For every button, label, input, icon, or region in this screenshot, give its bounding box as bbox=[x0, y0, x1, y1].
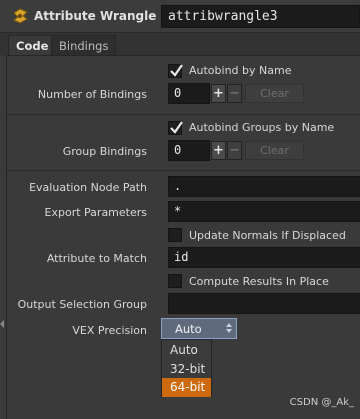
dropdown-arrow-icon bbox=[226, 323, 232, 333]
export-params-label: Export Parameters bbox=[44, 206, 147, 219]
num-bindings-label: Number of Bindings bbox=[37, 88, 147, 101]
checkmark-icon bbox=[170, 121, 183, 134]
menu-item-64-bit[interactable]: 64-bit bbox=[162, 378, 211, 397]
update-normals-label: Update Normals If Displaced bbox=[189, 229, 346, 242]
menu-item-32-bit[interactable]: 32-bit bbox=[162, 360, 211, 379]
parameter-header: Attribute Wrangle attribwrangle3 bbox=[0, 0, 360, 33]
wrangle-node-icon bbox=[11, 7, 30, 26]
attr-to-match-label: Attribute to Match bbox=[46, 252, 147, 265]
num-bindings-clear-button[interactable]: Clear bbox=[245, 84, 304, 103]
group-bindings-clear-button[interactable]: Clear bbox=[245, 141, 304, 160]
menu-item-auto[interactable]: Auto bbox=[162, 341, 211, 360]
update-normals-checkbox[interactable] bbox=[168, 228, 182, 242]
export-params-field[interactable]: * bbox=[168, 201, 360, 222]
watermark: CSDN @_Ak_ bbox=[289, 397, 354, 408]
eval-node-path-field[interactable]: . bbox=[168, 176, 360, 197]
vex-precision-menu: Auto 32-bit 64-bit bbox=[161, 339, 212, 397]
attr-to-match-field[interactable]: id bbox=[168, 247, 360, 268]
tab-code[interactable]: Code bbox=[8, 35, 57, 56]
num-bindings-plus-button[interactable]: + bbox=[211, 84, 226, 103]
tab-bar: Code Bindings bbox=[0, 33, 360, 56]
separator bbox=[7, 114, 360, 115]
group-bindings-field[interactable]: 0 bbox=[168, 140, 210, 161]
node-name-field[interactable]: attribwrangle3 bbox=[161, 5, 360, 28]
autobind-checkbox[interactable] bbox=[168, 64, 183, 78]
autobind-groups-label: Autobind Groups by Name bbox=[189, 121, 335, 134]
group-bindings-label: Group Bindings bbox=[62, 145, 147, 158]
group-bindings-plus-button[interactable]: + bbox=[211, 141, 226, 160]
compute-in-place-label: Compute Results In Place bbox=[189, 275, 329, 288]
autobind-groups-checkbox[interactable] bbox=[168, 121, 183, 135]
vex-precision-label: VEX Precision bbox=[72, 324, 147, 337]
num-bindings-field[interactable]: 0 bbox=[168, 83, 210, 104]
compute-in-place-checkbox[interactable] bbox=[168, 274, 182, 288]
autobind-label: Autobind by Name bbox=[189, 64, 292, 77]
node-type-label: Attribute Wrangle bbox=[34, 9, 157, 23]
output-sel-group-field[interactable] bbox=[168, 293, 360, 314]
vex-precision-dropdown[interactable]: Auto bbox=[161, 318, 237, 339]
vex-precision-selected: Auto bbox=[175, 322, 202, 336]
eval-node-path-label: Evaluation Node Path bbox=[29, 181, 147, 194]
output-sel-group-label: Output Selection Group bbox=[17, 298, 147, 311]
collapse-arrow-icon[interactable] bbox=[0, 320, 4, 328]
tab-bindings[interactable]: Bindings bbox=[51, 35, 117, 56]
separator bbox=[7, 170, 360, 171]
checkmark-icon bbox=[170, 64, 183, 77]
group-bindings-minus-button[interactable]: − bbox=[227, 141, 242, 160]
num-bindings-minus-button[interactable]: − bbox=[227, 84, 242, 103]
